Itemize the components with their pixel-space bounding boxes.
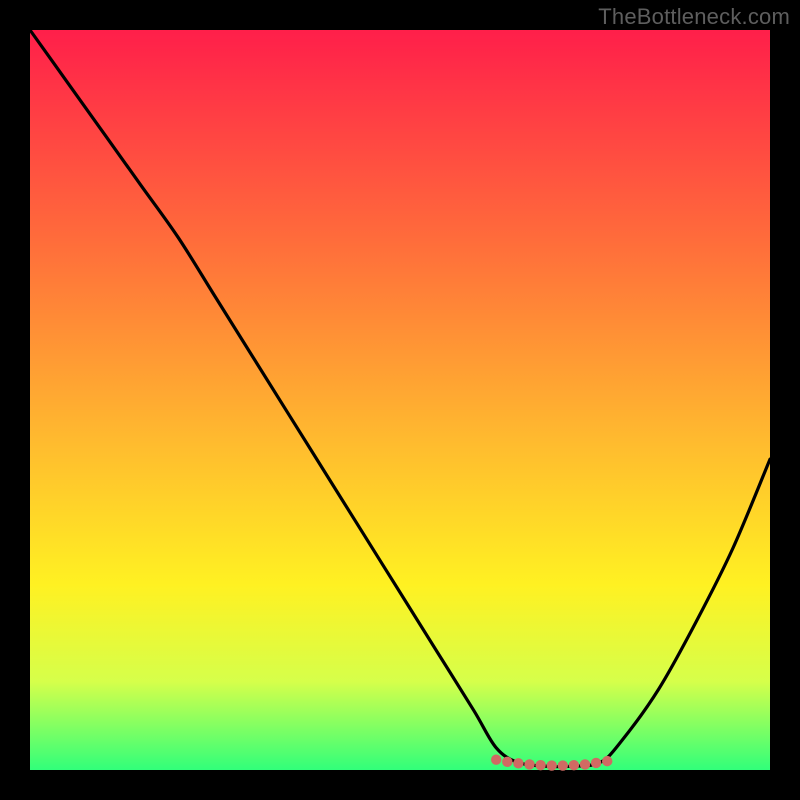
marker-dot: [535, 760, 545, 770]
marker-dot: [558, 760, 568, 770]
marker-dot: [580, 759, 590, 769]
chart-frame: TheBottleneck.com: [0, 0, 800, 800]
marker-dot: [513, 758, 523, 768]
marker-dot: [547, 760, 557, 770]
watermark-text: TheBottleneck.com: [598, 4, 790, 30]
marker-dot: [569, 760, 579, 770]
marker-dot: [602, 756, 612, 766]
chart-background: [30, 30, 770, 770]
marker-dot: [524, 759, 534, 769]
marker-dot: [502, 757, 512, 767]
marker-dot: [591, 758, 601, 768]
bottleneck-chart: [0, 0, 800, 800]
marker-dot: [491, 754, 501, 764]
